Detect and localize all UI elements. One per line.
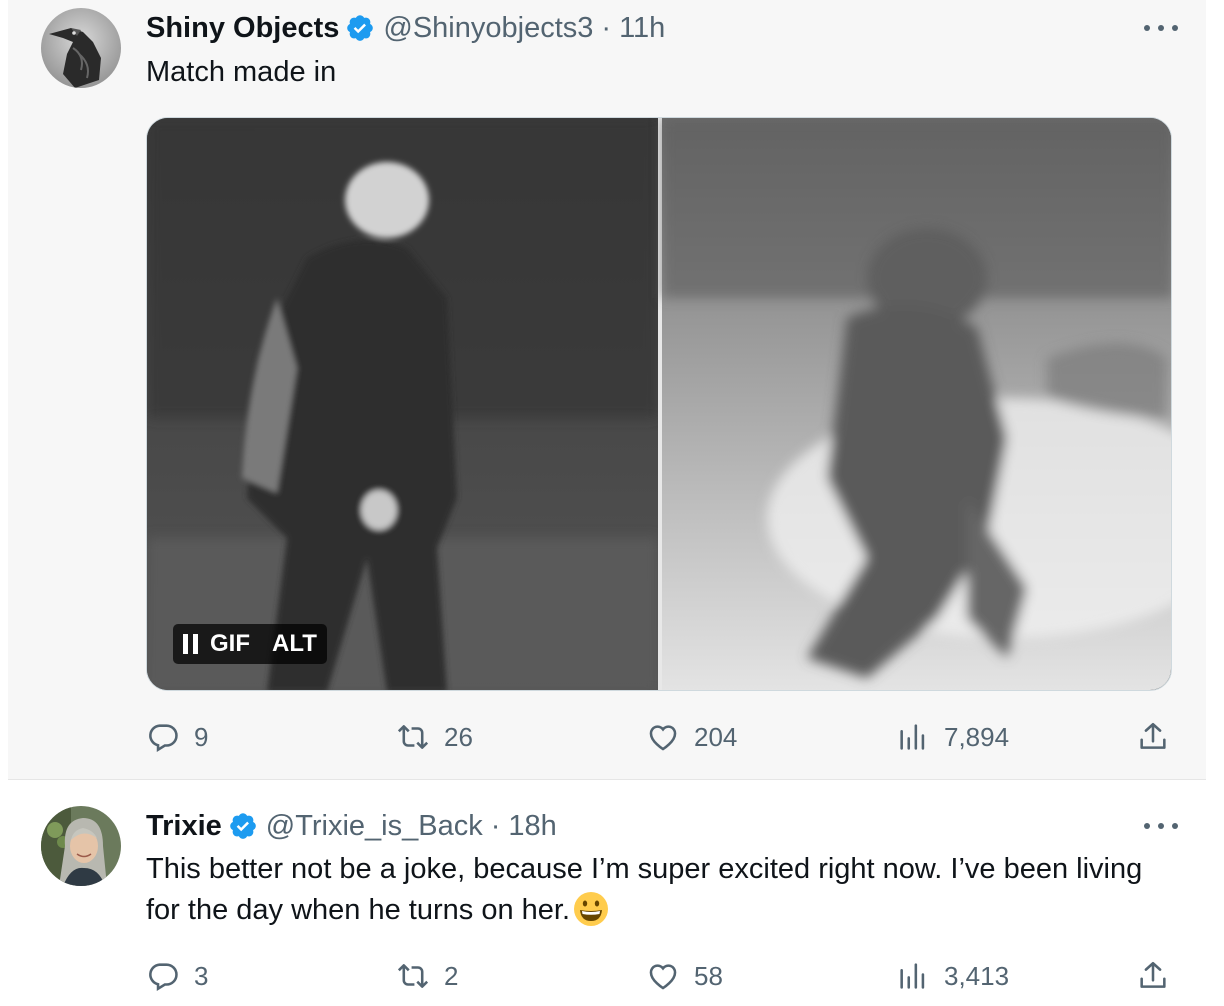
tweet-timestamp[interactable]: 11h: [619, 10, 665, 46]
tweet-actions: 3 2 58 3,413: [146, 956, 1176, 996]
like-button[interactable]: 204: [646, 717, 737, 757]
like-button[interactable]: 58: [646, 956, 723, 996]
views-chart-icon: [900, 963, 925, 989]
like-count: 204: [694, 721, 738, 752]
retweet-icon: [397, 725, 429, 749]
views-button[interactable]: 7,894: [896, 717, 1009, 757]
gif-controls[interactable]: GIF ALT: [173, 624, 327, 664]
views-chart-icon: [900, 724, 925, 750]
tweet-header: Trixie @Trixie_is_Back · 18h: [146, 808, 557, 844]
more-options-icon[interactable]: [1144, 18, 1178, 38]
reply-button[interactable]: 9: [146, 717, 208, 757]
reply-button[interactable]: 3: [146, 956, 208, 996]
tweet-text-content: This better not be a joke, because I’m s…: [146, 853, 1143, 926]
view-count: 7,894: [944, 721, 1010, 752]
retweet-count: 2: [444, 960, 459, 991]
retweet-button[interactable]: 26: [396, 717, 473, 757]
tweet-text: Match made in: [146, 56, 337, 88]
separator-dot: ·: [490, 810, 501, 842]
verified-badge-icon[interactable]: [345, 13, 375, 43]
share-icon: [1140, 961, 1166, 988]
more-options-icon[interactable]: [1144, 816, 1178, 836]
user-avatar[interactable]: [41, 806, 121, 886]
tweet-actions: 9 26 204 7,894: [146, 717, 1176, 757]
reply-count: 9: [194, 721, 209, 752]
author-name[interactable]: Shiny Objects: [146, 10, 339, 46]
heart-icon: [649, 725, 677, 751]
retweet-button[interactable]: 2: [396, 956, 458, 996]
user-avatar[interactable]: [41, 8, 121, 88]
verified-badge-icon[interactable]: [228, 811, 258, 841]
separator-dot: ·: [601, 12, 612, 44]
share-button[interactable]: [1136, 956, 1170, 996]
woman-avatar-icon: [41, 806, 121, 886]
reply-count: 3: [194, 960, 209, 991]
alt-text-button[interactable]: ALT: [272, 630, 317, 658]
retweet-count: 26: [444, 721, 473, 752]
pause-icon[interactable]: [183, 634, 198, 654]
reply-icon: [149, 724, 178, 753]
share-icon: [1140, 722, 1166, 749]
view-count: 3,413: [944, 960, 1010, 991]
raven-avatar-icon: [41, 8, 121, 88]
like-count: 58: [694, 960, 723, 991]
views-button[interactable]: 3,413: [896, 956, 1009, 996]
tweet-text: This better not be a joke, because I’m s…: [146, 849, 1156, 931]
grinning-face-icon: [573, 891, 609, 927]
tweet-header: Shiny Objects @Shinyobjects3 · 11h: [146, 10, 665, 46]
reply-icon: [149, 963, 178, 992]
author-name[interactable]: Trixie: [146, 808, 222, 844]
author-handle[interactable]: @Shinyobjects3: [383, 10, 593, 46]
gif-label: GIF: [210, 630, 250, 657]
share-button[interactable]: [1136, 717, 1170, 757]
tweet[interactable]: Shiny Objects @Shinyobjects3 · 11h Match…: [8, 0, 1206, 780]
gif-frame-image: [147, 118, 1171, 690]
tweet-timestamp[interactable]: 18h: [508, 808, 556, 844]
retweet-icon: [397, 964, 429, 988]
author-handle[interactable]: @Trixie_is_Back: [266, 808, 483, 844]
gif-media[interactable]: GIF ALT: [146, 117, 1172, 691]
heart-icon: [649, 964, 677, 990]
tweet[interactable]: Trixie @Trixie_is_Back · 18h This better…: [8, 781, 1206, 1006]
